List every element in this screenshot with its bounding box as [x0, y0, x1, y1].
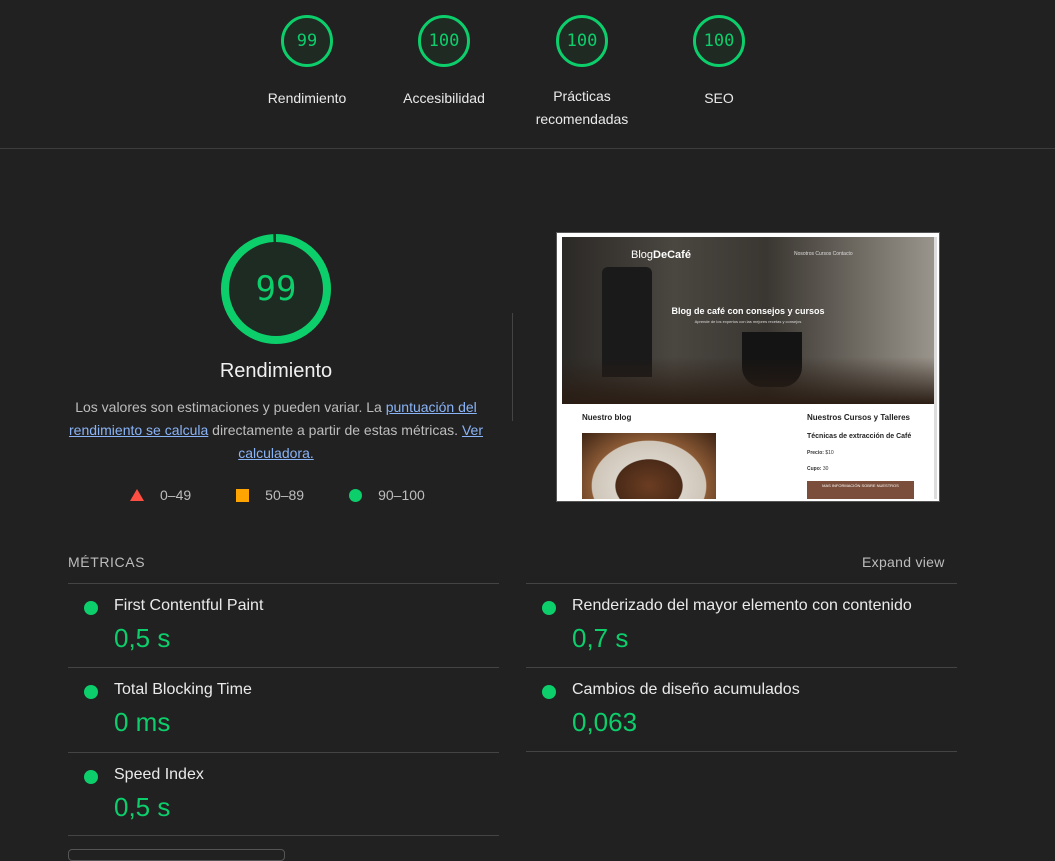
metric-name: Total Blocking Time — [114, 681, 252, 698]
gauge-accessibility[interactable]: 100 Accesibilidad — [384, 15, 504, 110]
metric-name: First Contentful Paint — [114, 597, 264, 614]
hero-title: Blog de café con consejos y cursos — [671, 306, 825, 316]
category-gauges: 99 Rendimiento 100 Accesibilidad 100 Prá… — [0, 0, 1055, 149]
hero-subtitle: Aprende de los expertos con las mejores … — [694, 319, 802, 324]
metric-lcp: Renderizado del mayor elemento con conte… — [526, 583, 957, 667]
square-icon — [236, 488, 250, 502]
legend-fail: 0–49 — [130, 487, 191, 503]
gauge-performance[interactable]: 99 Rendimiento — [247, 15, 367, 110]
price-label: Precio: — [807, 450, 824, 456]
legend-pass: 90–100 — [349, 487, 425, 503]
audit-filter-button[interactable] — [68, 849, 285, 861]
gauge-ring: 100 — [693, 15, 745, 67]
metric-divider — [526, 751, 957, 752]
quota-value: 30 — [822, 466, 829, 472]
metric-cls: Cambios de diseño acumulados 0,063 — [526, 667, 957, 752]
course-info-button: MAS INFORMACIÓN SOBRE NUESTROS — [807, 481, 914, 499]
price-value: $10 — [825, 450, 834, 456]
score-legend: 0–49 50–89 90–100 — [130, 487, 425, 503]
metrics-title: MÉTRICAS — [68, 554, 146, 570]
metric-value: 0 ms — [114, 707, 171, 737]
metric-name: Renderizado del mayor elemento con conte… — [572, 597, 912, 614]
performance-description: Los valores son estimaciones y pueden va… — [62, 396, 490, 465]
screenshot-scrollbar — [934, 237, 937, 499]
expand-view-toggle[interactable]: Expand view — [862, 554, 945, 570]
gauge-label: SEO — [704, 90, 734, 106]
blog-heading: Nuestro blog — [582, 413, 632, 422]
performance-score: 99 — [255, 269, 297, 309]
legend-range: 50–89 — [265, 487, 305, 503]
metric-fcp: First Contentful Paint 0,5 s — [68, 583, 499, 667]
metric-speed-index: Speed Index 0,5 s — [68, 752, 499, 836]
logo-text: Blog — [631, 249, 654, 261]
espresso-image — [582, 433, 716, 499]
course-quota: Cupo: 30 — [807, 466, 828, 472]
site-nav: Nosotros Cursos Contacto — [794, 251, 853, 257]
gauge-best-practices[interactable]: 100 Prácticas recomendadas — [522, 15, 642, 131]
circle-icon — [349, 488, 363, 502]
screenshot-page: BlogDeCafé Nosotros Cursos Contacto Blog… — [562, 237, 934, 499]
logo-bold-text: DeCafé — [653, 249, 691, 261]
legend-range: 0–49 — [160, 487, 192, 503]
metric-name: Speed Index — [114, 766, 204, 783]
description-text: Los valores son estimaciones y pueden va… — [75, 399, 386, 415]
legend-range: 90–100 — [378, 487, 425, 503]
description-text: directamente a partir de estas métricas. — [208, 422, 462, 438]
course-title: Técnicas de extracción de Café — [807, 433, 912, 440]
metric-value: 0,5 s — [114, 792, 171, 822]
vertical-divider — [512, 313, 513, 421]
gauge-seo[interactable]: 100 SEO — [659, 15, 779, 110]
gauge-label: Accesibilidad — [403, 90, 485, 106]
metric-value: 0,063 — [572, 707, 638, 737]
triangle-icon — [130, 489, 144, 501]
metric-value: 0,5 s — [114, 623, 171, 653]
performance-title: Rendimiento — [219, 360, 333, 382]
gauge-ring: 100 — [556, 15, 608, 67]
course-price: Precio: $10 — [807, 450, 834, 456]
gauge-score: 100 — [703, 31, 735, 51]
metric-tbt: Total Blocking Time 0 ms — [68, 667, 499, 752]
coffee-beans-image — [562, 357, 934, 404]
gauge-label: Prácticas recomendadas — [535, 88, 629, 127]
pass-circle-icon — [84, 601, 98, 615]
gauge-score: 100 — [428, 31, 460, 51]
metric-name: Cambios de diseño acumulados — [572, 681, 800, 698]
metric-value: 0,7 s — [572, 623, 629, 653]
gauge-ring: 99 — [281, 15, 333, 67]
gauge-ring: 100 — [418, 15, 470, 67]
gauge-label: Rendimiento — [267, 90, 347, 106]
site-logo: BlogDeCafé — [631, 249, 691, 261]
gauge-score: 99 — [296, 31, 318, 51]
quota-label: Cupo: — [807, 466, 822, 472]
pass-circle-icon — [542, 601, 556, 615]
courses-heading: Nuestros Cursos y Talleres — [807, 413, 911, 422]
gauge-score: 100 — [566, 31, 598, 51]
pass-circle-icon — [84, 770, 98, 784]
metric-divider — [68, 835, 499, 836]
legend-average: 50–89 — [236, 487, 304, 503]
pass-circle-icon — [84, 685, 98, 699]
pass-circle-icon — [542, 685, 556, 699]
final-screenshot[interactable]: BlogDeCafé Nosotros Cursos Contacto Blog… — [556, 232, 940, 502]
